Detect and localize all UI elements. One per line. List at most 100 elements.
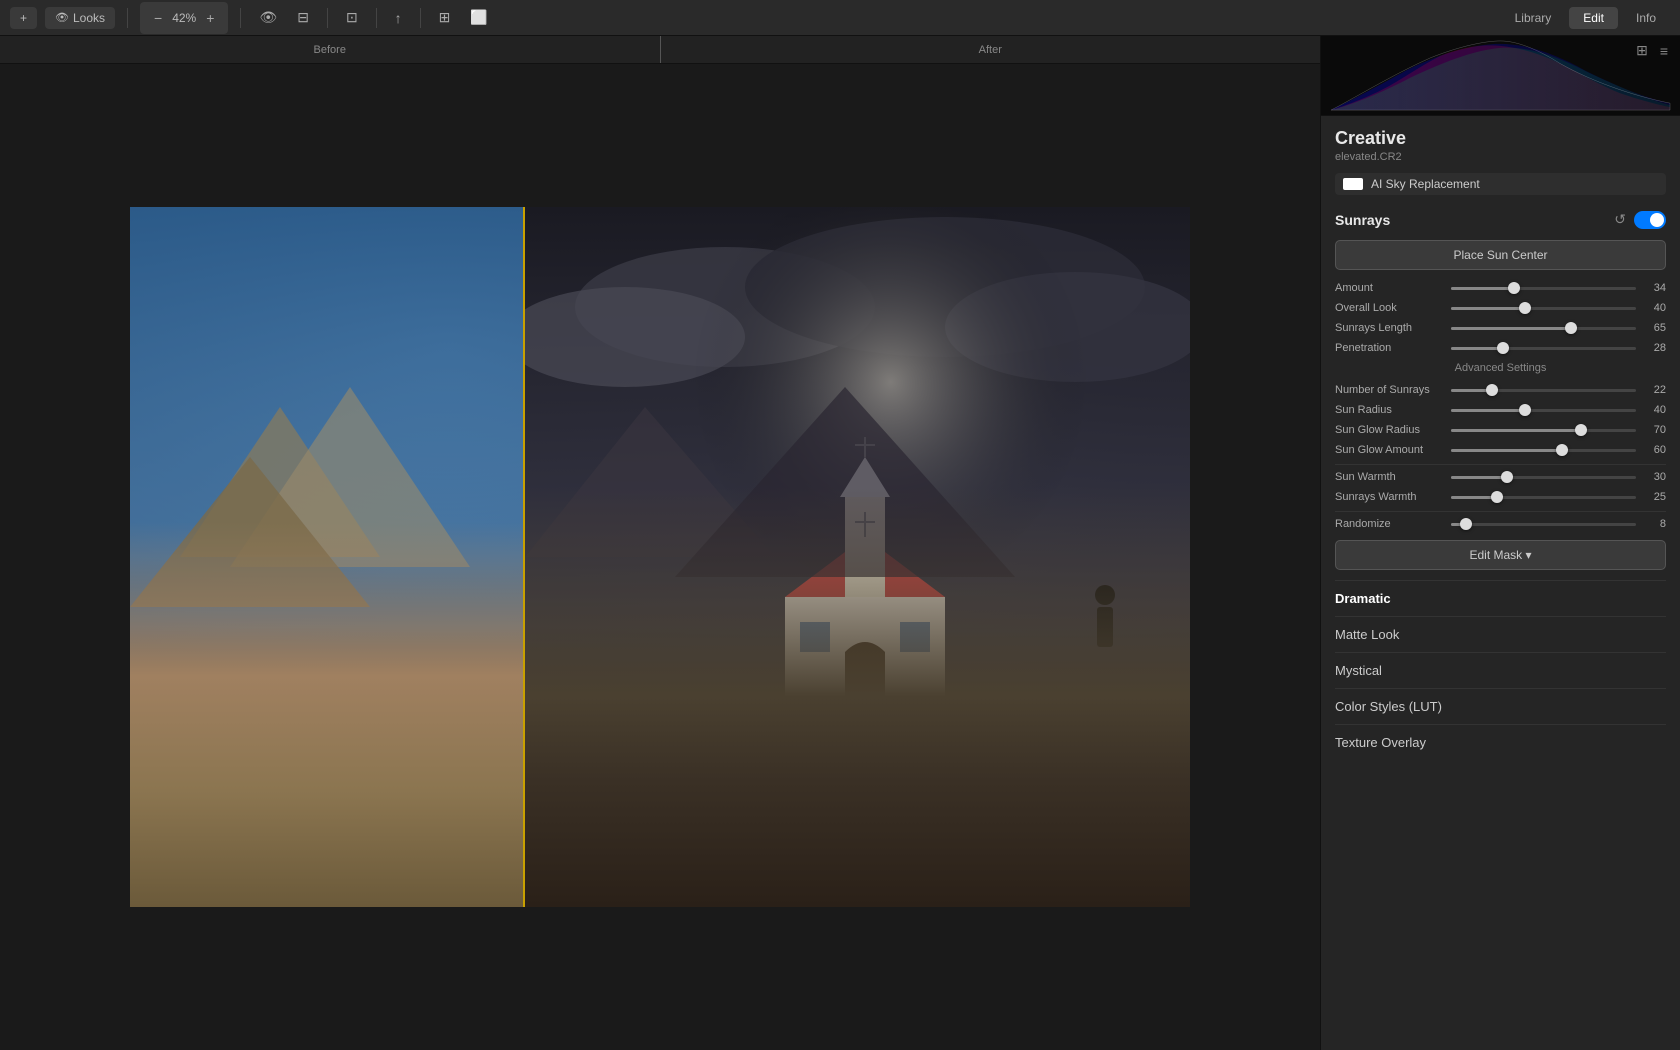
slider-thumb-sun-radius[interactable] — [1519, 404, 1531, 416]
separator-4 — [376, 8, 377, 28]
advanced-sliders: Number of Sunrays 22 Sun Radius 40 — [1335, 384, 1666, 530]
slider-track-sun-warmth[interactable] — [1451, 476, 1636, 479]
edit-mask-button[interactable]: Edit Mask ▾ — [1335, 540, 1666, 570]
slider-track-num-sunrays[interactable] — [1451, 389, 1636, 392]
slider-thumb-sun-warmth[interactable] — [1501, 471, 1513, 483]
slider-fill-sun-glow-amount — [1451, 449, 1562, 452]
slider-value-sunrays-warmth: 25 — [1642, 491, 1666, 503]
slider-thumb-sun-glow-amount[interactable] — [1556, 444, 1568, 456]
slider-thumb-amount[interactable] — [1508, 282, 1520, 294]
export-button[interactable]: ↑ — [389, 6, 408, 30]
slider-label-sunrays-warmth: Sunrays Warmth — [1335, 491, 1445, 503]
crop-button[interactable]: ⊡ — [340, 5, 364, 30]
after-label: After — [661, 36, 1321, 63]
slider-value-randomize: 8 — [1642, 518, 1666, 530]
slider-label-sun-warmth: Sun Warmth — [1335, 471, 1445, 483]
slider-value-sun-radius: 40 — [1642, 404, 1666, 416]
slider-label-sun-glow-amount: Sun Glow Amount — [1335, 444, 1445, 456]
slider-fill-sun-radius — [1451, 409, 1525, 412]
section-item-mystical-label: Mystical — [1335, 663, 1382, 678]
layers-icon-button[interactable]: ⊞ — [1632, 40, 1652, 61]
settings-icon-button[interactable]: ≡ — [1656, 40, 1672, 61]
after-scene-svg — [525, 207, 1190, 907]
tab-info[interactable]: Info — [1622, 7, 1670, 29]
slider-track-randomize[interactable] — [1451, 523, 1636, 526]
photo-before-content: © Raffaele Cabras — [130, 207, 525, 907]
slider-label-sunrays-length: Sunrays Length — [1335, 322, 1445, 334]
zoom-plus-button[interactable]: + — [200, 6, 220, 30]
section-item-texture-overlay-label: Texture Overlay — [1335, 735, 1426, 750]
tab-edit[interactable]: Edit — [1569, 7, 1618, 29]
slider-thumb-overall-look[interactable] — [1519, 302, 1531, 314]
separator-2 — [240, 8, 241, 28]
slider-thumb-sun-glow-radius[interactable] — [1575, 424, 1587, 436]
section-item-color-styles[interactable]: Color Styles (LUT) — [1335, 688, 1666, 724]
slider-label-amount: Amount — [1335, 282, 1445, 294]
histogram-area: ⊞ ≡ — [1321, 36, 1680, 116]
section-item-texture-overlay[interactable]: Texture Overlay — [1335, 724, 1666, 760]
tab-library[interactable]: Library — [1501, 7, 1566, 29]
slider-label-sun-glow-radius: Sun Glow Radius — [1335, 424, 1445, 436]
image-after — [525, 207, 1190, 907]
sunrays-toggle[interactable] — [1634, 211, 1666, 229]
slider-track-sun-radius[interactable] — [1451, 409, 1636, 412]
slider-fill-sun-warmth — [1451, 476, 1507, 479]
slider-thumb-sunrays-warmth[interactable] — [1491, 491, 1503, 503]
slider-value-penetration: 28 — [1642, 342, 1666, 354]
slider-row-sun-radius: Sun Radius 40 — [1335, 404, 1666, 416]
image-container[interactable]: © Raffaele Cabras — [0, 64, 1320, 1050]
panel-top-icons: ⊞ ≡ — [1632, 40, 1672, 61]
slider-value-num-sunrays: 22 — [1642, 384, 1666, 396]
advanced-settings-label: Advanced Settings — [1335, 362, 1666, 374]
slider-thumb-randomize[interactable] — [1460, 518, 1472, 530]
split-line[interactable] — [523, 207, 525, 907]
slider-track-overall-look[interactable] — [1451, 307, 1636, 310]
slider-row-sun-glow-amount: Sun Glow Amount 60 — [1335, 444, 1666, 456]
slider-track-sun-glow-amount[interactable] — [1451, 449, 1636, 452]
section-item-color-styles-label: Color Styles (LUT) — [1335, 699, 1442, 714]
main-toolbar: + 👁 Looks − 42% + 👁 ⊟ ⊡ ↑ ⊞ ⬜ Library Ed… — [0, 0, 1680, 36]
slider-thumb-sunrays-length[interactable] — [1565, 322, 1577, 334]
preview-button[interactable]: 👁 — [253, 5, 283, 30]
slider-track-amount[interactable] — [1451, 287, 1636, 290]
section-item-matte-look[interactable]: Matte Look — [1335, 616, 1666, 652]
sunrays-reset-button[interactable]: ↺ — [1612, 209, 1628, 230]
slider-track-sunrays-length[interactable] — [1451, 327, 1636, 330]
slider-thumb-num-sunrays[interactable] — [1486, 384, 1498, 396]
compare-button[interactable]: ⊟ — [291, 5, 315, 30]
slider-fill-penetration — [1451, 347, 1503, 350]
photo-after-content — [525, 207, 1190, 907]
ai-sky-row[interactable]: AI Sky Replacement — [1335, 173, 1666, 195]
panel-content: Creative elevated.CR2 AI Sky Replacement… — [1321, 116, 1680, 1050]
tab-group: Library Edit Info — [1501, 7, 1670, 29]
slider-value-sun-glow-amount: 60 — [1642, 444, 1666, 456]
separator-5 — [420, 8, 421, 28]
slider-row-amount: Amount 34 — [1335, 282, 1666, 294]
place-sun-center-button[interactable]: Place Sun Center — [1335, 240, 1666, 270]
fullscreen-button[interactable]: ⬜ — [464, 5, 493, 30]
before-label: Before — [0, 36, 660, 63]
slider-thumb-penetration[interactable] — [1497, 342, 1509, 354]
slider-track-penetration[interactable] — [1451, 347, 1636, 350]
panel-section-title: Creative — [1335, 128, 1666, 149]
slider-value-overall-look: 40 — [1642, 302, 1666, 314]
slider-row-sunrays-length: Sunrays Length 65 — [1335, 322, 1666, 334]
slider-label-num-sunrays: Number of Sunrays — [1335, 384, 1445, 396]
slider-label-penetration: Penetration — [1335, 342, 1445, 354]
slider-value-sun-warmth: 30 — [1642, 471, 1666, 483]
canvas-area: Before After — [0, 36, 1320, 1050]
add-button[interactable]: + — [10, 7, 37, 29]
section-item-dramatic[interactable]: Dramatic — [1335, 580, 1666, 616]
slider-track-sun-glow-radius[interactable] — [1451, 429, 1636, 432]
zoom-minus-button[interactable]: − — [148, 6, 168, 30]
grid-button[interactable]: ⊞ — [433, 5, 457, 30]
panel-filename: elevated.CR2 — [1335, 151, 1666, 163]
image-before: © Raffaele Cabras — [130, 207, 525, 907]
slider-track-sunrays-warmth[interactable] — [1451, 496, 1636, 499]
main-area: Before After — [0, 36, 1680, 1050]
looks-button[interactable]: 👁 Looks — [45, 7, 115, 29]
sunrays-title: Sunrays — [1335, 212, 1390, 228]
before-after-bar: Before After — [0, 36, 1320, 64]
section-item-mystical[interactable]: Mystical — [1335, 652, 1666, 688]
slider-label-sun-radius: Sun Radius — [1335, 404, 1445, 416]
